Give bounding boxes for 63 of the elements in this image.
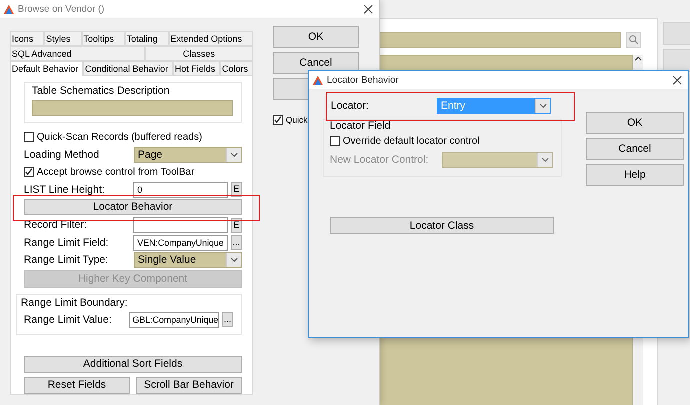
dialog-button[interactable]: OK [273, 26, 359, 48]
input-field[interactable]: GBL:CompanyUnique [128, 312, 220, 328]
tab[interactable]: SQL Advanced [10, 46, 146, 61]
field-label: Record Filter: [24, 219, 88, 232]
caret-icon [542, 158, 548, 162]
dialog-button[interactable]: Help [586, 164, 684, 186]
input-field[interactable] [32, 100, 233, 116]
close-icon[interactable] [364, 4, 373, 14]
search-button[interactable] [626, 32, 641, 48]
app-logo-icon [313, 76, 323, 84]
caret-icon [230, 258, 238, 262]
tab[interactable]: Colors [220, 61, 254, 76]
checkbox-label: Quick [286, 115, 308, 125]
window-title: Locator Behavior [327, 74, 400, 86]
caret-icon [540, 104, 546, 108]
tab[interactable]: Hot Fields [173, 61, 220, 76]
tab[interactable]: Conditional Behavior [83, 61, 174, 76]
browse-button[interactable]: ... [222, 312, 233, 328]
checkbox[interactable] [330, 136, 340, 146]
action-button[interactable]: Reset Fields [24, 376, 130, 394]
checkbox[interactable] [273, 115, 283, 125]
tab[interactable]: Default Behavior [10, 61, 84, 76]
checkbox[interactable] [24, 167, 34, 178]
tab[interactable]: Tooltips [82, 31, 125, 46]
window-title: Browse on Vendor () [18, 4, 106, 14]
close-icon[interactable] [673, 76, 682, 84]
group-title: Range Limit Boundary: [21, 296, 129, 309]
tab[interactable]: Totaling [124, 31, 169, 46]
input-field[interactable]: VEN:CompanyUnique [133, 234, 228, 251]
checkbox[interactable] [24, 132, 34, 142]
field-label: Range Limit Value: [24, 314, 113, 326]
action-button[interactable]: Locator Behavior [24, 199, 242, 216]
dialog-button[interactable]: OK [586, 112, 684, 134]
tab[interactable]: Extended Options [168, 31, 253, 46]
dropdown[interactable]: Single Value [134, 252, 242, 268]
tab[interactable]: Styles [44, 31, 82, 46]
field-label: Range Limit Field: [24, 236, 110, 249]
checkbox-label: Quick-Scan Records (buffered reads) [37, 132, 202, 143]
tab[interactable]: Classes [145, 46, 254, 61]
field-label: Loading Method [24, 148, 100, 161]
checkbox-label: Accept browse control from ToolBar [37, 166, 195, 178]
field-label: LIST Line Height: [24, 184, 106, 196]
app-logo-icon [4, 4, 14, 14]
dropdown[interactable]: Page [134, 146, 242, 163]
group-title: Locator Field [330, 120, 392, 132]
action-button[interactable]: Scroll Bar Behavior [136, 376, 242, 394]
caret-icon [230, 152, 238, 157]
group-title: Table Schematics Description [32, 85, 171, 97]
dialog-button[interactable]: Cancel [586, 138, 684, 160]
field-label: Range Limit Type: [24, 254, 110, 266]
search-icon [628, 35, 638, 45]
scroll-up-icon[interactable] [634, 57, 642, 61]
edit-button[interactable]: E [231, 218, 242, 233]
edit-button[interactable]: E [231, 182, 242, 198]
field-label: Locator: [331, 100, 370, 112]
input-field[interactable]: 0 [133, 182, 228, 198]
tab[interactable]: Icons [10, 31, 44, 46]
action-button[interactable]: Additional Sort Fields [24, 356, 242, 373]
browse-button[interactable]: ... [231, 235, 242, 250]
checkbox-label: Override default locator control [343, 136, 480, 146]
action-button[interactable]: Locator Class [330, 217, 554, 234]
input-field[interactable] [133, 217, 228, 234]
field-label: New Locator Control: [330, 154, 430, 166]
